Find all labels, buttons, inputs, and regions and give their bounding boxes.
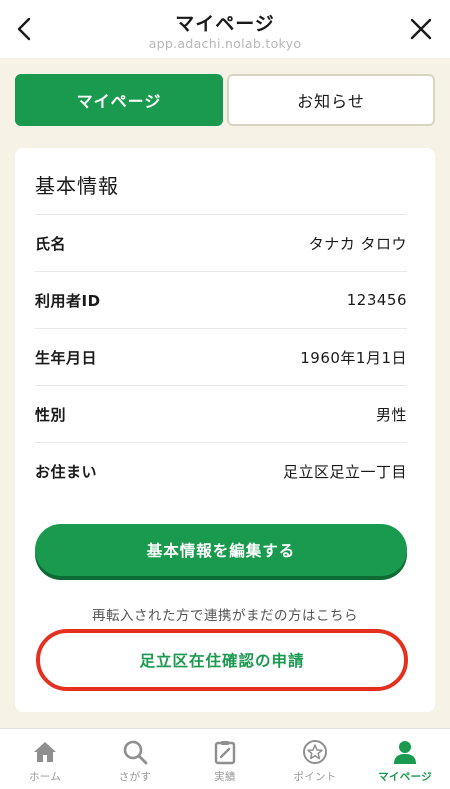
residency-verification-label: 足立区在住確認の申請 [139, 652, 305, 670]
nav-label: 実績 [214, 771, 236, 783]
nav-label: ポイント [293, 771, 337, 783]
basic-info-card: 基本情報 氏名 タナカ タロウ 利用者ID 123456 生年月日 1960年1… [15, 148, 435, 712]
bottom-nav: ホーム さがす 実績 ポイント マイページ [0, 728, 450, 789]
user-icon [391, 738, 419, 766]
row-label: 生年月日 [35, 348, 98, 367]
nav-item-achievements[interactable]: 実績 [180, 729, 270, 789]
home-icon [31, 738, 59, 766]
close-icon [410, 18, 432, 40]
row-value: 123456 [346, 291, 407, 309]
tab-mypage[interactable]: マイページ [15, 74, 223, 126]
row-label: お住まい [35, 462, 98, 481]
row-label: 性別 [35, 405, 67, 424]
info-row-name: 氏名 タナカ タロウ [35, 214, 407, 271]
row-label: 利用者ID [35, 291, 101, 310]
clipboard-icon [211, 738, 239, 766]
nav-item-points[interactable]: ポイント [270, 729, 360, 789]
row-value: 1960年1月1日 [300, 348, 407, 367]
search-icon [121, 738, 149, 766]
info-row-birthdate: 生年月日 1960年1月1日 [35, 328, 407, 385]
tab-notifications[interactable]: お知らせ [227, 74, 435, 126]
header: マイページ app.adachi.nolab.tokyo [0, 0, 450, 58]
residency-verification-button[interactable]: 足立区在住確認の申請 [36, 629, 408, 691]
row-label: 氏名 [35, 234, 67, 253]
row-value: 男性 [375, 405, 407, 424]
nav-item-mypage[interactable]: マイページ [360, 729, 450, 789]
info-row-gender: 性別 男性 [35, 385, 407, 442]
section-title: 基本情報 [35, 174, 119, 198]
info-row-address: お住まい 足立区足立一丁目 [35, 442, 407, 499]
nav-label: ホーム [28, 771, 62, 783]
info-row-user-id: 利用者ID 123456 [35, 271, 407, 328]
row-value: タナカ タロウ [308, 234, 407, 253]
nav-label: マイページ [378, 771, 432, 783]
nav-item-home[interactable]: ホーム [0, 729, 90, 789]
star-badge-icon [301, 738, 329, 766]
nav-label: さがす [118, 771, 152, 783]
nav-item-search[interactable]: さがす [90, 729, 180, 789]
row-value: 足立区足立一丁目 [282, 462, 407, 481]
close-button[interactable] [406, 14, 436, 44]
edit-basic-info-button[interactable]: 基本情報を編集する [35, 524, 407, 576]
page-title: マイページ [175, 13, 275, 35]
page-url: app.adachi.nolab.tokyo [148, 36, 302, 51]
re-registration-note: 再転入された方で連携がまだの方はこちら [92, 608, 358, 624]
